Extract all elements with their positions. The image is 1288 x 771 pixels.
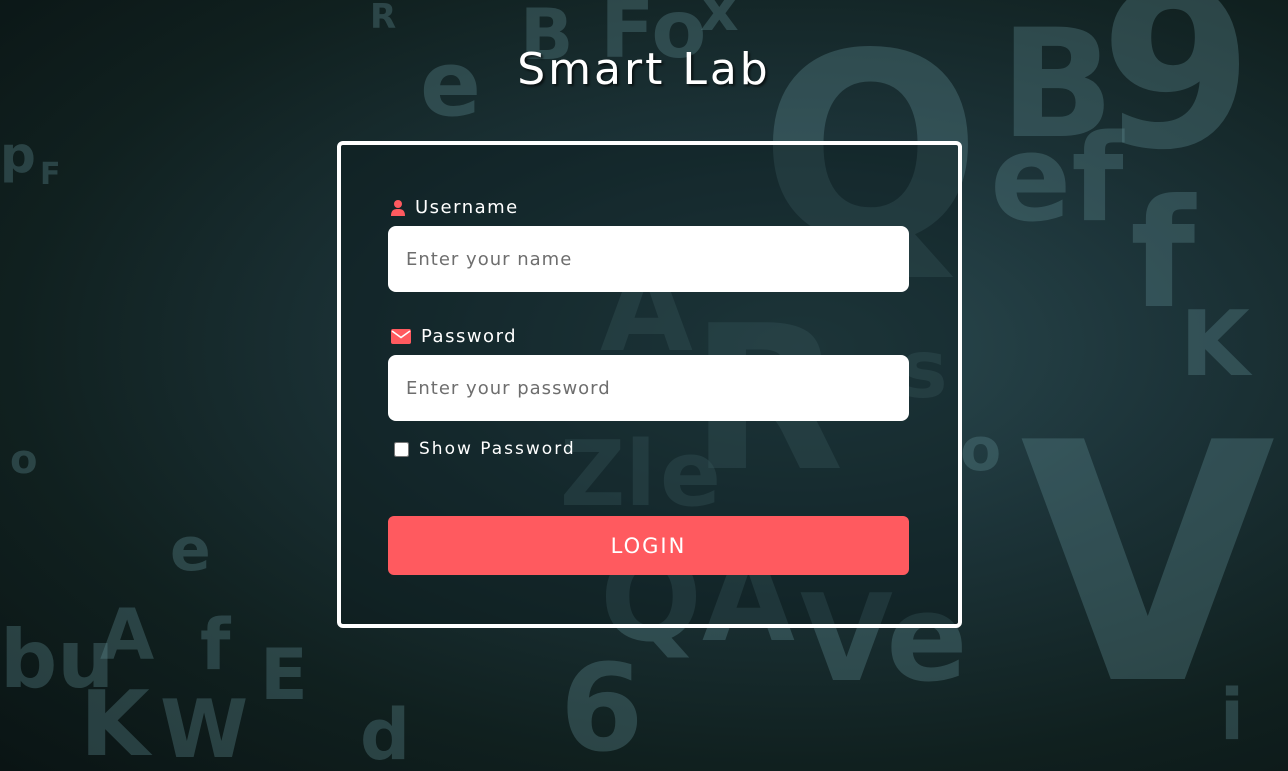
username-input[interactable] [388, 226, 909, 292]
username-label: Username [415, 197, 519, 218]
login-card: Username Password Show Password LOGIN [337, 141, 962, 628]
show-password-row[interactable]: Show Password [394, 439, 576, 459]
username-label-row: Username [391, 197, 519, 218]
show-password-checkbox[interactable] [394, 441, 409, 457]
show-password-label: Show Password [419, 439, 576, 459]
envelope-icon [391, 329, 411, 344]
login-button[interactable]: LOGIN [388, 516, 909, 575]
password-label-row: Password [391, 326, 517, 347]
password-input[interactable] [388, 355, 909, 421]
user-icon [391, 199, 405, 216]
password-label: Password [421, 326, 518, 347]
page-title: Smart Lab [517, 44, 771, 95]
